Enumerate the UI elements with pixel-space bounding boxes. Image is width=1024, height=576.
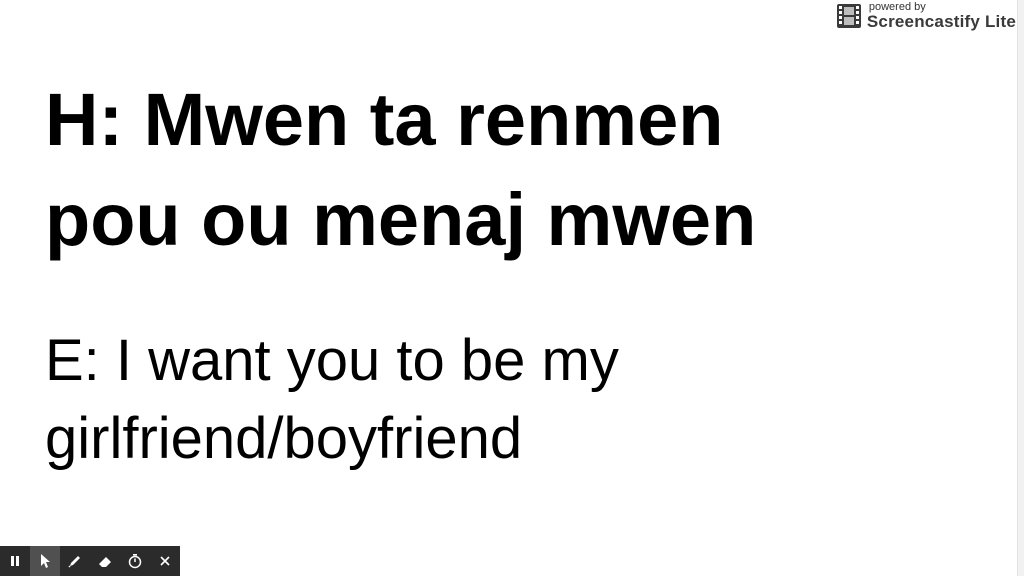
cursor-icon: [41, 554, 50, 568]
translation-line-1: E: I want you to be my: [45, 328, 619, 393]
translation-line-2: girlfriend/boyfriend: [45, 406, 523, 471]
pen-icon: [68, 556, 80, 568]
eraser-icon: [99, 557, 111, 567]
timer-icon: [128, 554, 142, 569]
pen-tool-button[interactable]: [60, 546, 90, 576]
pause-button[interactable]: [0, 546, 30, 576]
frame-edge: [1017, 0, 1024, 576]
slide-translation: E: I want you to be my girlfriend/boyfri…: [45, 322, 619, 478]
screencastify-watermark: powered by Screencastify Lite: [836, 2, 1016, 30]
watermark-brand: Screencastify Lite: [866, 12, 1016, 31]
close-icon: [160, 556, 170, 566]
close-toolbar-button[interactable]: [150, 546, 180, 576]
timer-button[interactable]: [120, 546, 150, 576]
film-strip-icon: [836, 4, 861, 28]
slide-heading: H: Mwen ta renmen pou ou menaj mwen: [45, 70, 1005, 270]
pause-icon: [11, 556, 19, 566]
heading-line-2: pou ou menaj mwen: [45, 178, 757, 261]
video-frame: powered by Screencastify Lite H: Mwen ta…: [0, 0, 1024, 576]
heading-text: H: Mwen ta renmen pou ou menaj mwen: [45, 70, 1005, 270]
heading-line-1: H: Mwen ta renmen: [45, 78, 724, 161]
cursor-tool-button[interactable]: [30, 546, 60, 576]
recording-toolbar: [0, 546, 180, 576]
eraser-tool-button[interactable]: [90, 546, 120, 576]
